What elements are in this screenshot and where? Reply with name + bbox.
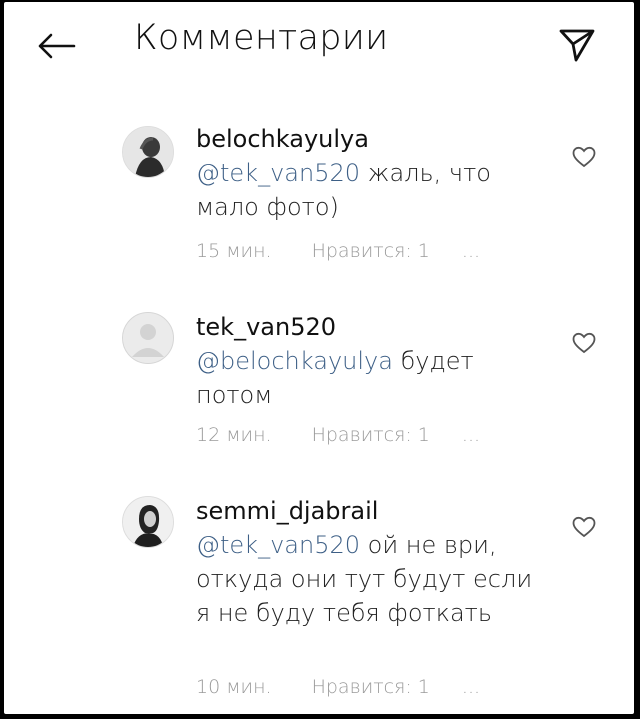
page-title: Комментарии — [134, 18, 389, 58]
paper-plane-icon — [559, 29, 595, 62]
comment-username[interactable]: tek_van520 — [196, 313, 336, 341]
user-photo-avatar — [123, 127, 173, 177]
comment-text: semmi_djabrail @tek_van520 ой не ври, от… — [196, 494, 536, 630]
comment-time: 15 мин. — [196, 240, 272, 262]
user-photo-avatar — [123, 497, 173, 547]
avatar[interactable] — [122, 312, 174, 364]
comment-time: 12 мин. — [196, 424, 272, 446]
share-button[interactable] — [556, 24, 598, 66]
comment-meta: 12 мин. Нравится: 1 ... — [196, 424, 514, 446]
avatar[interactable] — [122, 496, 174, 548]
header: Комментарии — [4, 2, 634, 90]
comment-likes[interactable]: Нравится: 1 — [312, 424, 430, 446]
comment-mention[interactable]: @tek_van520 — [196, 531, 360, 559]
heart-icon[interactable] — [572, 516, 596, 538]
more-options[interactable]: ... — [462, 240, 480, 262]
arrow-left-icon — [38, 33, 76, 59]
comment-text: tek_van520 @belochkayulya будет потом — [196, 310, 536, 412]
comment-meta: 15 мин. Нравится: 1 ... — [196, 240, 514, 262]
back-button[interactable] — [34, 26, 78, 66]
avatar[interactable] — [122, 126, 174, 178]
more-options[interactable]: ... — [462, 676, 480, 698]
comment-mention[interactable]: @tek_van520 — [196, 159, 360, 187]
default-avatar — [123, 313, 173, 363]
comment-username[interactable]: semmi_djabrail — [196, 497, 378, 525]
comment-time: 10 мин. — [196, 676, 272, 698]
comment-likes[interactable]: Нравится: 1 — [312, 240, 430, 262]
more-options[interactable]: ... — [462, 424, 480, 446]
heart-icon[interactable] — [572, 332, 596, 354]
heart-icon[interactable] — [572, 146, 596, 168]
comment-username[interactable]: belochkayulya — [196, 125, 369, 153]
comment-meta: 10 мин. Нравится: 1 ... — [196, 676, 514, 698]
comment-mention[interactable]: @belochkayulya — [196, 347, 393, 375]
comment-likes[interactable]: Нравится: 1 — [312, 676, 430, 698]
comment-text: belochkayulya @tek_van520 жаль, что мало… — [196, 122, 536, 224]
comments-screen: Комментарии belochkayulya @tek_van520 жа… — [4, 2, 634, 714]
